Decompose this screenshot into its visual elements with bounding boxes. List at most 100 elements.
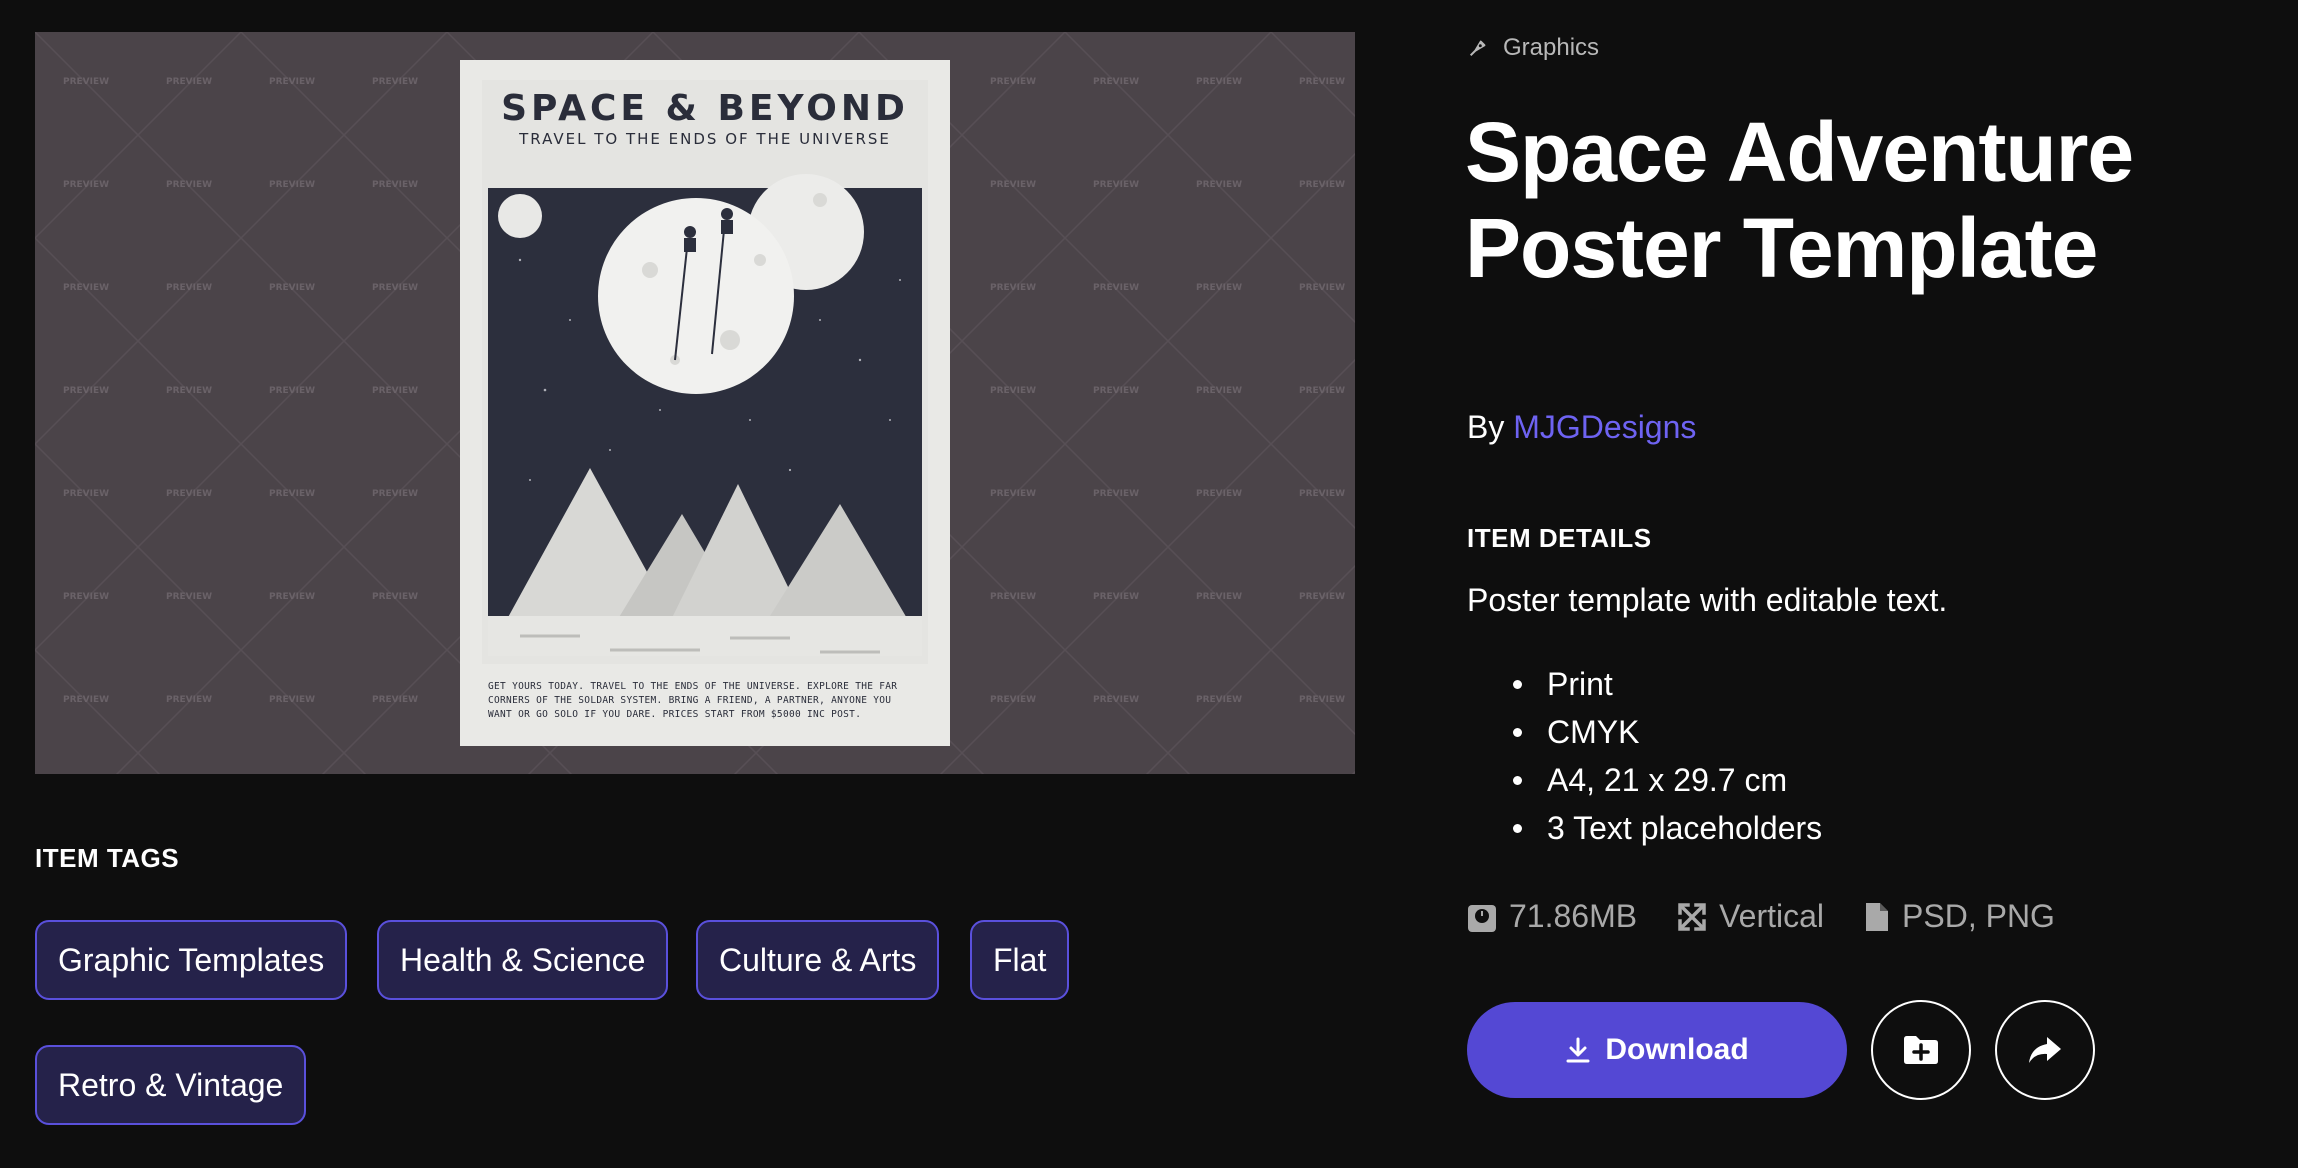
share-arrow-icon xyxy=(2029,1037,2061,1063)
watermark-label: PREVIEW xyxy=(1093,283,1139,293)
watermark-label: PREVIEW xyxy=(990,592,1036,602)
category-breadcrumb[interactable]: Graphics xyxy=(1467,34,1599,62)
watermark-label: PREVIEW xyxy=(1196,695,1242,705)
watermark-label: PREVIEW xyxy=(990,489,1036,499)
watermark-label: PREVIEW xyxy=(1299,695,1345,705)
author-byline: By MJGDesigns xyxy=(1467,409,1696,446)
feature-item: Print xyxy=(1512,660,1822,708)
watermark-label: PREVIEW xyxy=(990,695,1036,705)
disk-weight-icon xyxy=(1468,904,1496,932)
watermark-label: PREVIEW xyxy=(269,283,315,293)
watermark-label: PREVIEW xyxy=(1299,592,1345,602)
poster-image: SPACE & BEYOND TRAVEL TO THE ENDS OF THE… xyxy=(460,60,950,746)
watermark-label: PREVIEW xyxy=(1299,386,1345,396)
download-button[interactable]: Download xyxy=(1467,1002,1847,1098)
watermark-label: PREVIEW xyxy=(990,180,1036,190)
watermark-label: PREVIEW xyxy=(1196,180,1242,190)
feature-item: A4, 21 x 29.7 cm xyxy=(1512,756,1822,804)
watermark-label: PREVIEW xyxy=(1093,592,1139,602)
poster-footer-line: WANT OR GO SOLO IF YOU DARE. PRICES STAR… xyxy=(488,709,862,720)
tag-health-science[interactable]: Health & Science xyxy=(377,920,669,1000)
watermark-label: PREVIEW xyxy=(63,695,109,705)
watermark-label: PREVIEW xyxy=(372,489,418,499)
file-meta-row: 71.86MB Vertical PSD, PNG xyxy=(1467,898,2095,935)
watermark-label: PREVIEW xyxy=(1093,180,1139,190)
watermark-label: PREVIEW xyxy=(1196,283,1242,293)
watermark-label: PREVIEW xyxy=(166,283,212,293)
item-preview[interactable]: PREVIEW PREVIEW PREVIEW PREVIEW PREVIEW PREVI… xyxy=(35,32,1355,774)
watermark-label: PREVIEW xyxy=(1299,489,1345,499)
watermark-label: PREVIEW xyxy=(269,695,315,705)
file-formats: PSD, PNG xyxy=(1864,898,2055,935)
feature-item: 3 Text placeholders xyxy=(1512,804,1822,852)
poster-artwork xyxy=(482,80,928,664)
watermark-label: PREVIEW xyxy=(372,283,418,293)
watermark-label: PREVIEW xyxy=(63,592,109,602)
folder-plus-icon xyxy=(1904,1036,1938,1064)
poster-footer-line: CORNERS OF THE SOLDAR SYSTEM. BRING A FR… xyxy=(488,695,892,706)
poster-footer-text: GET YOURS TODAY. TRAVEL TO THE ENDS OF T… xyxy=(488,680,924,722)
feature-item: CMYK xyxy=(1512,708,1822,756)
tag-retro-vintage[interactable]: Retro & Vintage xyxy=(35,1045,307,1125)
watermark-label: PREVIEW xyxy=(63,283,109,293)
by-label: By xyxy=(1467,409,1505,445)
watermark-label: PREVIEW xyxy=(63,386,109,396)
watermark-label: PREVIEW xyxy=(372,592,418,602)
watermark-label: PREVIEW xyxy=(372,180,418,190)
watermark-label: PREVIEW xyxy=(372,695,418,705)
category-label: Graphics xyxy=(1503,34,1600,61)
watermark-label: PREVIEW xyxy=(63,77,109,87)
item-details-heading: ITEM DETAILS xyxy=(1467,523,1652,553)
poster-subtitle: TRAVEL TO THE ENDS OF THE UNIVERSE xyxy=(519,130,891,148)
file-formats-value: PSD, PNG xyxy=(1902,898,2055,934)
watermark-label: PREVIEW xyxy=(166,77,212,87)
watermark-label: PREVIEW xyxy=(269,77,315,87)
watermark-label: PREVIEW xyxy=(1299,180,1345,190)
watermark-label: PREVIEW xyxy=(1196,592,1242,602)
download-label: Download xyxy=(1605,1033,1749,1066)
watermark-label: PREVIEW xyxy=(269,386,315,396)
file-size-value: 71.86MB xyxy=(1509,898,1638,934)
poster-title: SPACE & BEYOND xyxy=(501,88,909,129)
file-size: 71.86MB xyxy=(1467,898,1637,935)
watermark-label: PREVIEW xyxy=(63,489,109,499)
author-link[interactable]: MJGDesigns xyxy=(1513,409,1696,445)
watermark-label: PREVIEW xyxy=(1299,283,1345,293)
watermark-label: PREVIEW xyxy=(1196,489,1242,499)
item-tags-heading: ITEM TAGS xyxy=(35,843,180,873)
orientation: Vertical xyxy=(1677,898,1824,935)
watermark-label: PREVIEW xyxy=(1093,386,1139,396)
file-icon xyxy=(1866,902,1889,931)
add-to-collection-button[interactable] xyxy=(1871,1000,1971,1100)
watermark-label: PREVIEW xyxy=(990,386,1036,396)
watermark-label: PREVIEW xyxy=(269,592,315,602)
watermark-label: PREVIEW xyxy=(990,283,1036,293)
download-icon xyxy=(1566,1037,1590,1063)
poster-footer-line: GET YOURS TODAY. TRAVEL TO THE ENDS OF T… xyxy=(488,681,898,692)
watermark-label: PREVIEW xyxy=(990,77,1036,87)
watermark-label: PREVIEW xyxy=(166,592,212,602)
watermark-label: PREVIEW xyxy=(166,386,212,396)
watermark-label: PREVIEW xyxy=(269,489,315,499)
tag-graphic-templates[interactable]: Graphic Templates xyxy=(35,920,348,1000)
watermark-label: PREVIEW xyxy=(1299,77,1345,87)
item-description: Poster template with editable text. xyxy=(1467,582,1948,618)
watermark-label: PREVIEW xyxy=(63,180,109,190)
watermark-label: PREVIEW xyxy=(166,695,212,705)
watermark-label: PREVIEW xyxy=(166,180,212,190)
watermark-label: PREVIEW xyxy=(1093,77,1139,87)
watermark-label: PREVIEW xyxy=(1196,77,1242,87)
share-button[interactable] xyxy=(1995,1000,2095,1100)
watermark-label: PREVIEW xyxy=(1093,695,1139,705)
item-title: Space Adventure Poster Template xyxy=(1465,105,2134,295)
tag-flat[interactable]: Flat xyxy=(970,920,1070,1000)
expand-arrows-icon xyxy=(1678,902,1706,931)
pen-nib-icon xyxy=(1469,40,1486,57)
feature-list: Print CMYK A4, 21 x 29.7 cm 3 Text place… xyxy=(1467,660,1822,852)
watermark-label: PREVIEW xyxy=(269,180,315,190)
tag-culture-arts[interactable]: Culture & Arts xyxy=(696,920,940,1000)
orientation-value: Vertical xyxy=(1719,898,1825,934)
watermark-label: PREVIEW xyxy=(1196,386,1242,396)
watermark-label: PREVIEW xyxy=(372,386,418,396)
watermark-label: PREVIEW xyxy=(166,489,212,499)
